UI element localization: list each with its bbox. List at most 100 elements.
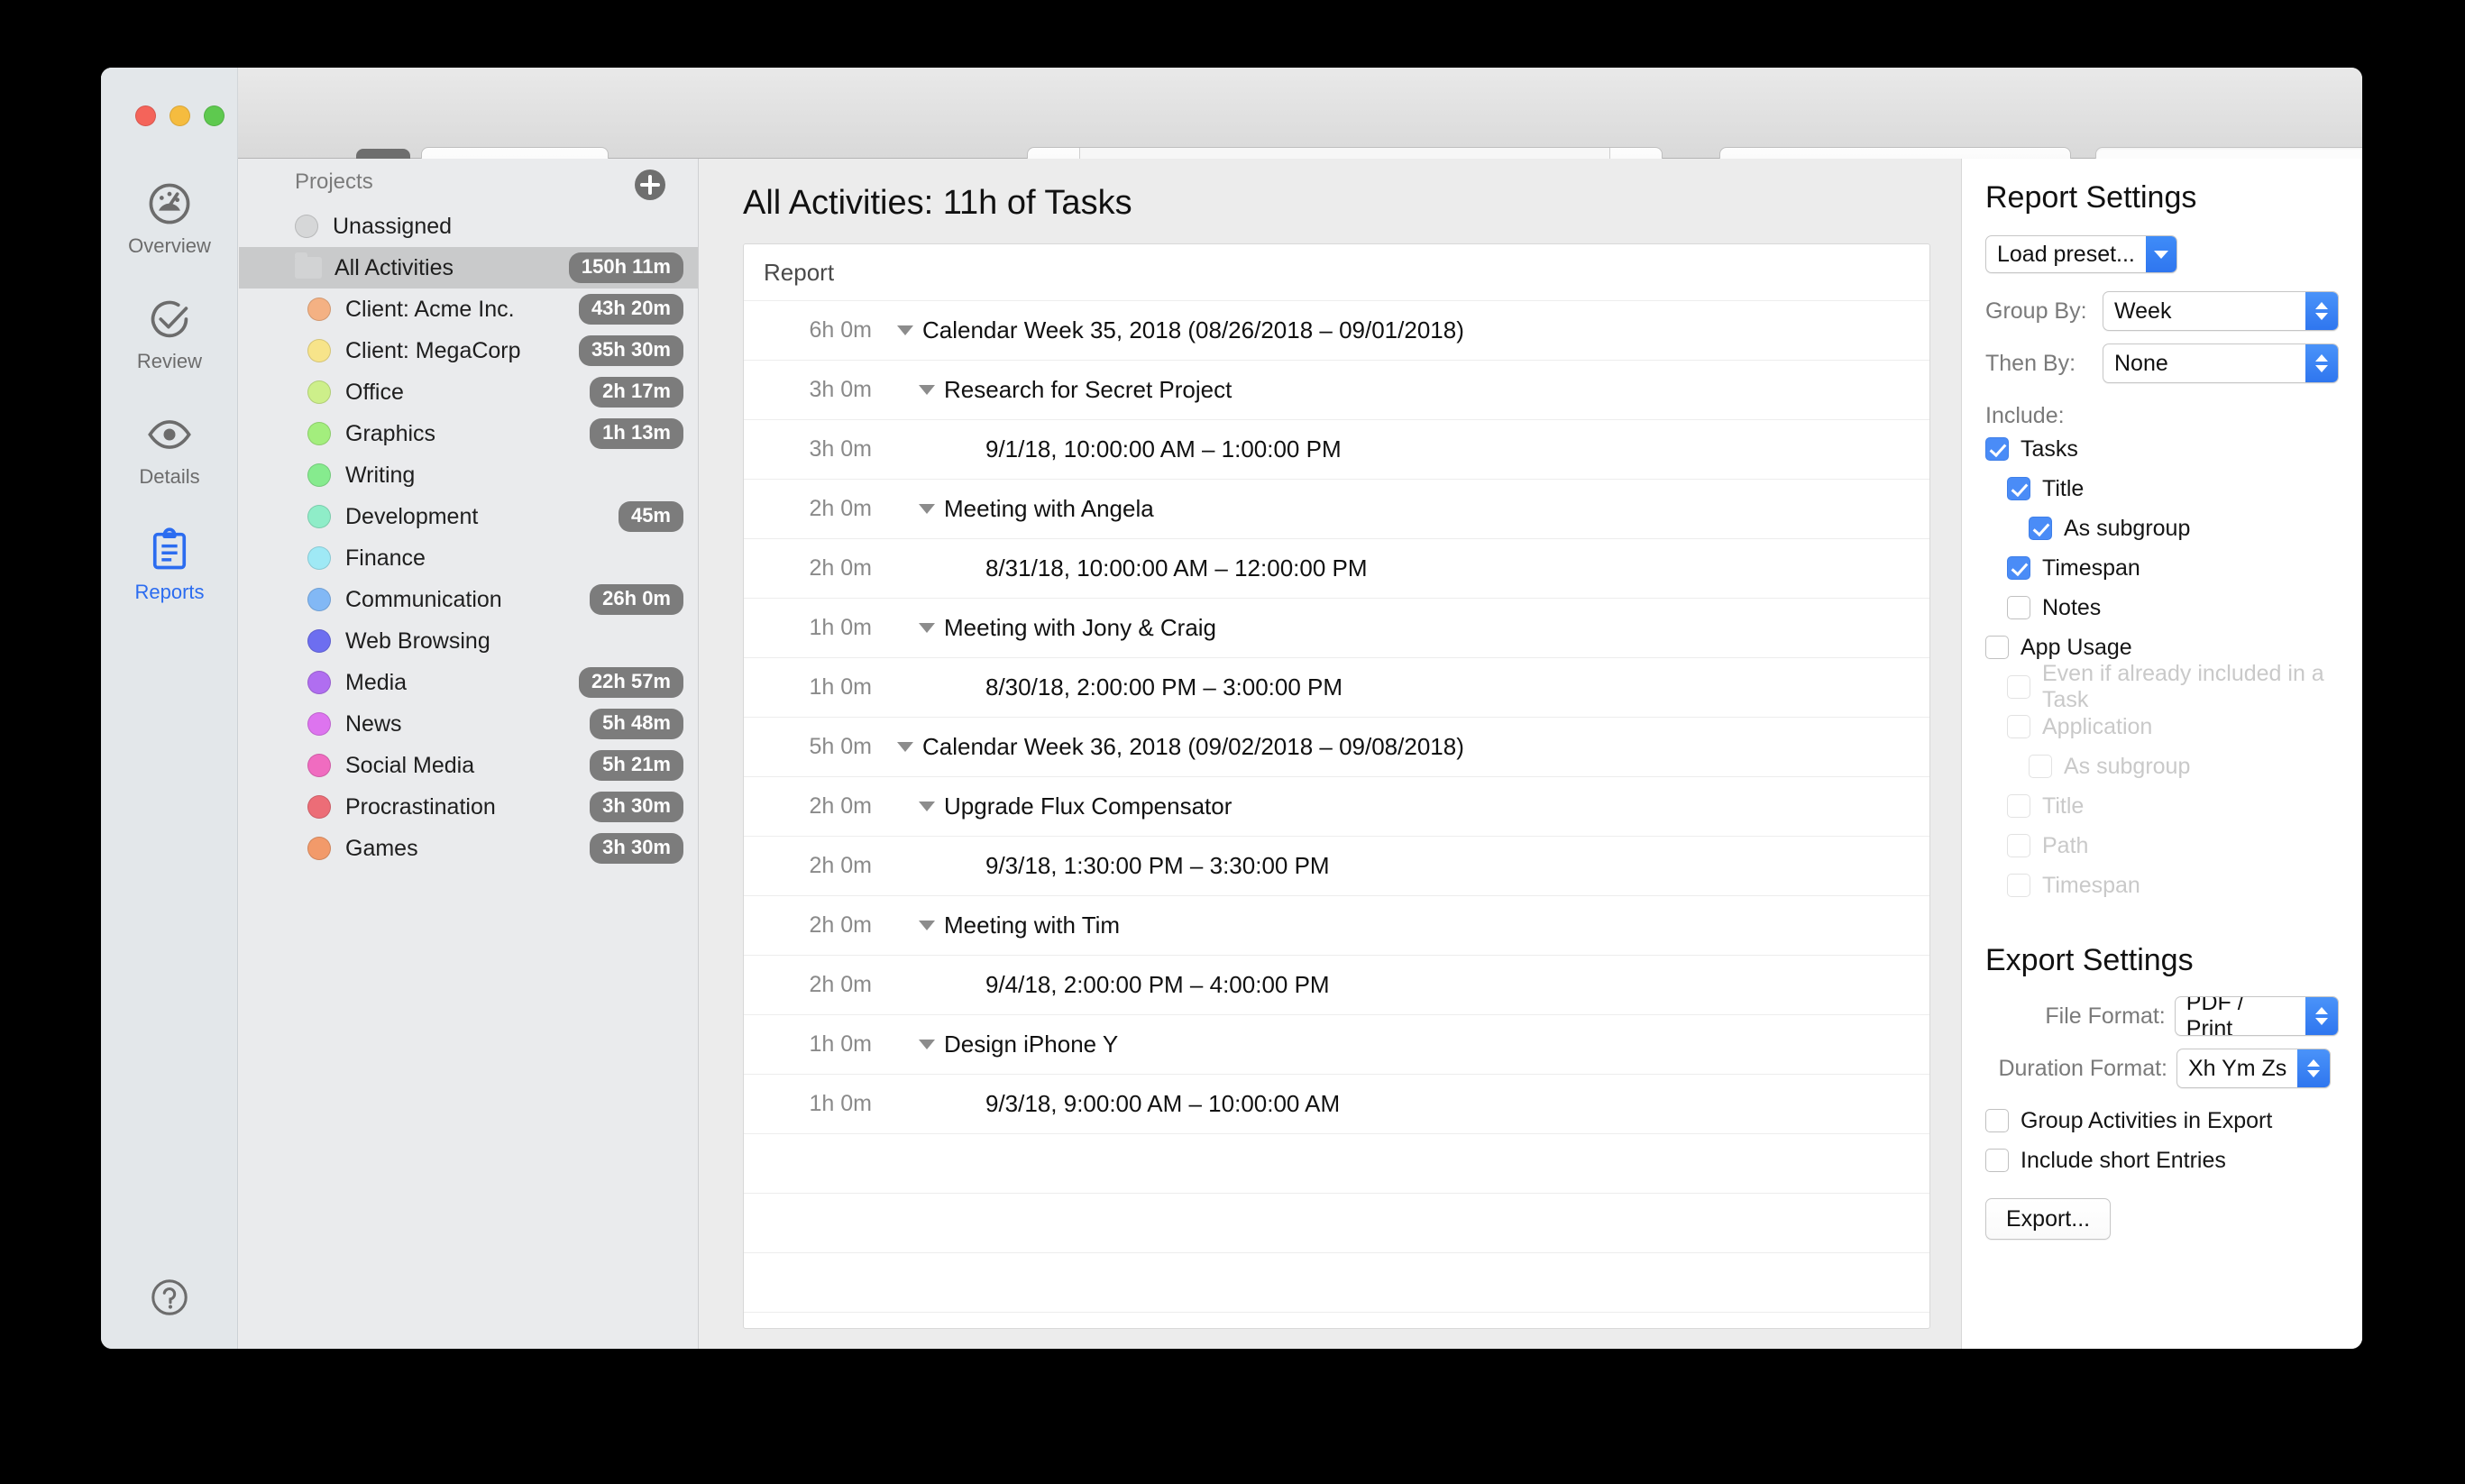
rail-item-review[interactable]: Review [101,294,238,373]
checkbox[interactable] [2007,596,2030,619]
project-duration-badge: 3h 30m [590,792,683,822]
project-color-dot [307,671,331,694]
report-settings-title: Report Settings [1985,180,2197,215]
project-row[interactable]: Writing [239,454,698,496]
checkbox[interactable] [1985,636,2009,659]
stepper-arrows-icon[interactable] [2305,997,2338,1035]
report-row[interactable]: 6h 0m Calendar Week 35, 2018 (08/26/2018 … [744,300,1929,360]
project-row[interactable]: Unassigned [239,206,698,247]
project-row[interactable]: Client: Acme Inc. 43h 20m [239,289,698,330]
project-name: Finance [345,545,426,571]
project-row[interactable]: Communication 26h 0m [239,579,698,620]
checkbox-row[interactable]: Include short Entries [1985,1140,2339,1180]
report-row[interactable]: 1h 0m 8/30/18, 2:00:00 PM – 3:00:00 PM [744,657,1929,717]
project-row[interactable]: Office 2h 17m [239,371,698,413]
close-window-button[interactable] [135,105,156,126]
project-row[interactable]: Client: MegaCorp 35h 30m [239,330,698,371]
disclosure-triangle-icon[interactable] [919,921,935,930]
project-row[interactable]: Procrastination 3h 30m [239,786,698,828]
report-row[interactable]: 1h 0m Design iPhone Y [744,1014,1929,1074]
maximize-window-button[interactable] [204,105,225,126]
checkbox-row[interactable]: Title [1985,469,2339,508]
stepper-arrows-icon[interactable] [2297,1049,2331,1087]
report-row[interactable]: 3h 0m Research for Secret Project [744,360,1929,419]
checkbox-label: Tasks [2021,435,2078,462]
checkbox-row[interactable]: Timespan [1985,548,2339,588]
report-row[interactable]: 1h 0m 9/3/18, 9:00:00 AM – 10:00:00 AM [744,1074,1929,1133]
file-format-select[interactable]: PDF / Print [2174,996,2339,1036]
report-row[interactable]: 2h 0m 9/4/18, 2:00:00 PM – 4:00:00 PM [744,955,1929,1014]
duration-format-select[interactable]: Xh Ym Zs [2176,1049,2332,1088]
report-row[interactable]: 1h 0m Meeting with Jony & Craig [744,598,1929,657]
checkbox-row: Timespan [1985,866,2339,905]
rail-item-overview[interactable]: Overview [101,179,238,258]
report-row-duration: 2h 0m [809,496,872,521]
checkbox-row: Path [1985,826,2339,866]
report-row[interactable]: 2h 0m Upgrade Flux Compensator [744,776,1929,836]
stepper-arrows-icon[interactable] [2305,344,2338,382]
report-row-duration: 1h 0m [809,1031,872,1057]
report-row[interactable]: 2h 0m 8/31/18, 10:00:00 AM – 12:00:00 PM [744,538,1929,598]
disclosure-triangle-icon[interactable] [919,623,935,633]
rail-item-reports[interactable]: Reports [101,525,238,604]
disclosure-triangle-icon[interactable] [897,325,913,335]
disclosure-triangle-icon[interactable] [919,802,935,811]
checkbox[interactable] [1985,1109,2009,1132]
checkbox[interactable] [1985,437,2009,461]
report-row-duration: 1h 0m [809,615,872,640]
project-duration-badge: 5h 48m [590,709,683,739]
project-row[interactable]: Media 22h 57m [239,662,698,703]
report-row[interactable]: 3h 0m 9/1/18, 10:00:00 AM – 1:00:00 PM [744,419,1929,479]
report-card: Report 6h 0m Calendar Week 35, 2018 (08/2… [743,243,1930,1329]
projects-header: Projects [239,159,698,206]
report-row[interactable]: 2h 0m Meeting with Angela [744,479,1929,538]
project-name: Office [345,379,404,405]
plus-circle-icon[interactable] [633,168,667,202]
project-row[interactable]: Development 45m [239,496,698,537]
projects-list: Unassigned All Activities 150h 11m Client: … [239,206,698,869]
project-name: Communication [345,586,502,612]
then-by-select[interactable]: None [2103,344,2339,383]
disclosure-triangle-icon[interactable] [897,742,913,752]
checkbox[interactable] [2007,556,2030,580]
report-row-empty [744,1312,1929,1328]
group-by-select[interactable]: Week [2103,291,2339,331]
checkbox[interactable] [1985,1149,2009,1172]
report-row-text: 9/4/18, 2:00:00 PM – 4:00:00 PM [985,971,1330,998]
question-circle-icon[interactable] [101,1277,238,1318]
duration-format-label: Duration Format: [1998,1055,2167,1081]
rail-item-details[interactable]: Details [101,409,238,489]
checkbox-label: As subgroup [2064,753,2191,779]
disclosure-triangle-icon[interactable] [919,504,935,514]
report-row-text: 8/30/18, 2:00:00 PM – 3:00:00 PM [985,673,1343,701]
stepper-arrows-icon[interactable] [2305,292,2338,330]
report-row[interactable]: 2h 0m 9/3/18, 1:30:00 PM – 3:30:00 PM [744,836,1929,895]
project-row[interactable]: News 5h 48m [239,703,698,745]
load-preset-dropdown[interactable]: Load preset... [1985,235,2177,273]
report-row-text: 9/3/18, 9:00:00 AM – 10:00:00 AM [985,1090,1341,1117]
disclosure-triangle-icon[interactable] [919,1040,935,1049]
checkbox[interactable] [2007,477,2030,500]
checkbox [2029,755,2052,778]
report-row[interactable]: 5h 0m Calendar Week 36, 2018 (09/02/2018 … [744,717,1929,776]
project-row[interactable]: Social Media 5h 21m [239,745,698,786]
export-button[interactable]: Export... [1985,1198,2112,1240]
checkbox-row[interactable]: As subgroup [1985,508,2339,548]
checkbox-row[interactable]: Notes [1985,588,2339,627]
export-settings-title: Export Settings [1985,943,2194,977]
project-row[interactable]: All Activities 150h 11m [239,247,698,289]
checkbox[interactable] [2029,517,2052,540]
report-row[interactable]: 2h 0m Meeting with Tim [744,895,1929,955]
project-row[interactable]: Web Browsing [239,620,698,662]
checkbox-row[interactable]: Tasks [1985,429,2339,469]
project-row[interactable]: Games 3h 30m [239,828,698,869]
project-color-dot [307,422,331,445]
chevron-down-icon [2145,236,2176,272]
checkbox [2007,874,2030,897]
project-row[interactable]: Finance [239,537,698,579]
project-row[interactable]: Graphics 1h 13m [239,413,698,454]
project-duration-badge: 3h 30m [590,833,683,864]
disclosure-triangle-icon[interactable] [919,385,935,395]
minimize-window-button[interactable] [170,105,190,126]
checkbox-row[interactable]: Group Activities in Export [1985,1101,2339,1140]
